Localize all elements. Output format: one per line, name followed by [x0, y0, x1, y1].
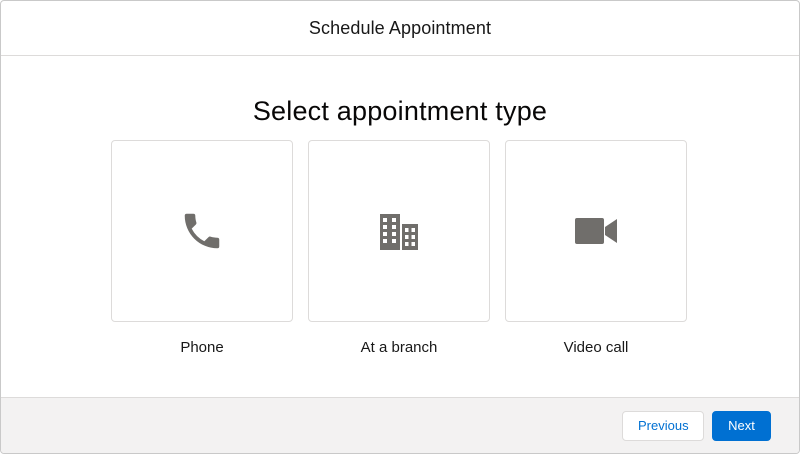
video-camera-icon — [575, 218, 617, 244]
previous-button[interactable]: Previous — [622, 410, 704, 441]
phone-icon — [184, 213, 220, 249]
option-tile-branch[interactable] — [308, 140, 490, 322]
option-label-video-call: Video call — [563, 339, 629, 356]
option-tile-video-call[interactable] — [505, 140, 687, 322]
page-heading: Select appointment type — [252, 96, 548, 126]
modal-title: Schedule Appointment — [308, 17, 492, 38]
option-tile-phone[interactable] — [111, 140, 293, 322]
appointment-type-options: Phone At a branch Video call — [111, 140, 687, 356]
next-button[interactable]: Next — [712, 410, 771, 441]
building-icon — [380, 214, 418, 250]
schedule-appointment-modal: Schedule Appointment Select appointment … — [0, 0, 800, 454]
modal-header: Schedule Appointment — [1, 1, 799, 56]
option-video-call[interactable]: Video call — [505, 140, 687, 356]
modal-body: Select appointment type Phone At a branc… — [1, 56, 799, 398]
option-label-branch: At a branch — [360, 339, 438, 356]
option-label-phone: Phone — [180, 339, 224, 356]
option-branch[interactable]: At a branch — [308, 140, 490, 356]
modal-footer: Previous Next — [1, 397, 799, 453]
option-phone[interactable]: Phone — [111, 140, 293, 356]
